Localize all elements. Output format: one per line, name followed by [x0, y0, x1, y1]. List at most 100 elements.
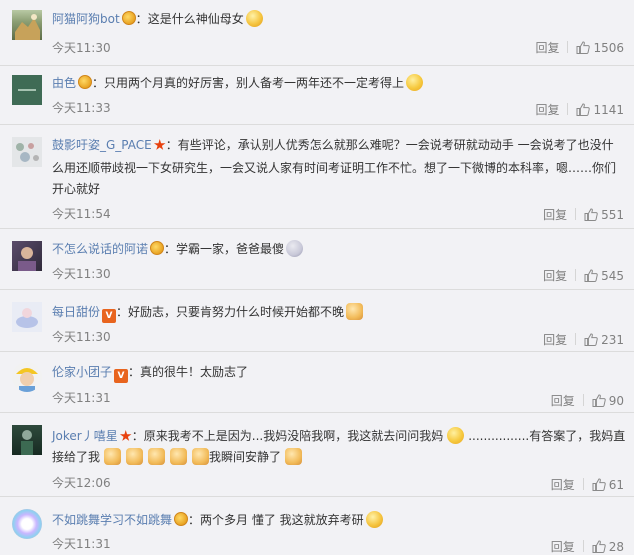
avatar[interactable] — [12, 10, 42, 40]
comment-actions: 回复 1141 — [535, 101, 624, 118]
divider — [575, 208, 577, 220]
separator: ： — [116, 305, 129, 319]
comment-actions: 回复 28 — [551, 538, 624, 555]
username[interactable]: 不怎么说话的阿诺 — [52, 242, 148, 256]
separator: ： — [165, 138, 178, 152]
comment-item: 每日甜份 V ：好励志，只要肯努力什么时候开始都不晚 今天11:30 回复 231 — [0, 290, 634, 352]
username[interactable]: 由色 — [52, 76, 76, 90]
laughing-emoji-icon — [447, 427, 465, 444]
like-count[interactable]: 231 — [601, 333, 624, 347]
thumbs-up-icon[interactable] — [576, 41, 591, 54]
username[interactable]: 鼓影吁姿_G_PACE — [52, 138, 152, 152]
star-badge-icon — [119, 430, 132, 441]
divider — [567, 103, 569, 115]
comment-text-line: 我瞬间安静了 — [209, 450, 282, 464]
comment-item: 阿猫阿狗bot ：这是什么神仙母女 今天11:30 回复 1506 — [0, 0, 634, 66]
divider — [582, 540, 584, 552]
reply-button[interactable]: 回复 — [543, 267, 567, 284]
comment-text-line: 么用还顺带歧视一下女研究生，一会又说人家有时间考证明工作不忙。想了一下微博的本科… — [52, 161, 617, 175]
username[interactable]: 阿猫阿狗bot — [52, 12, 120, 26]
thumbs-up-icon[interactable] — [584, 208, 598, 221]
username[interactable]: 每日甜份 — [52, 305, 100, 319]
username[interactable]: Joker丿嘻星 — [52, 429, 118, 443]
thumbs-up-icon[interactable] — [584, 333, 598, 346]
timestamp: 今天11:30 — [52, 41, 111, 55]
thumbs-up-icon[interactable] — [592, 478, 606, 491]
separator: ： — [92, 76, 105, 90]
separator: ： — [164, 242, 177, 256]
timestamp: 今天11:30 — [52, 267, 111, 281]
reply-button[interactable]: 回复 — [551, 392, 575, 409]
comment-actions: 回复 1506 — [535, 39, 624, 56]
comment-item: 鼓影吁姿_G_PACE ：有些评论，承认别人优秀怎么就那么难呢？一会说考研就动动手… — [0, 125, 634, 229]
like-count[interactable]: 61 — [609, 478, 624, 492]
timestamp: 今天11:31 — [52, 537, 111, 551]
like-count[interactable]: 90 — [609, 394, 624, 408]
timestamp: 今天11:30 — [52, 330, 111, 344]
timestamp: 今天12:06 — [52, 476, 111, 490]
comment-text: 学霸一家，爸爸最傻 — [176, 242, 285, 256]
comment-text: 好励志，只要肯努力什么时候开始都不晚 — [128, 305, 345, 319]
comment-text-line: 有些评论，承认别人优秀怎么就那么难呢？一会说考研就动动手 一会说考了也没什 — [177, 138, 614, 152]
verified-badge-icon — [121, 11, 136, 25]
thumbs-up-icon[interactable] — [584, 269, 598, 282]
reply-button[interactable]: 回复 — [535, 39, 559, 56]
emoji-icon — [245, 10, 263, 27]
comment-actions: 回复 61 — [551, 476, 624, 493]
avatar[interactable] — [12, 302, 42, 332]
slap-emoji-icon — [148, 448, 166, 465]
comment-text-line: 接给了我 — [52, 450, 101, 464]
comment-text: 这是什么神仙母女 — [147, 12, 244, 26]
reply-button[interactable]: 回复 — [543, 331, 567, 348]
comment-actions: 回复 545 — [543, 267, 624, 284]
reply-button[interactable]: 回复 — [535, 101, 559, 118]
thumbs-up-emoji-icon — [346, 303, 364, 320]
timestamp: 今天11:33 — [52, 101, 111, 115]
thumbs-up-icon[interactable] — [576, 103, 591, 116]
like-count[interactable]: 1141 — [593, 103, 624, 117]
surprised-emoji-icon — [286, 240, 304, 257]
avatar[interactable] — [12, 75, 42, 105]
avatar[interactable] — [12, 241, 42, 271]
laughing-emoji-icon — [406, 74, 424, 91]
avatar[interactable] — [12, 137, 42, 167]
comment-item: Joker丿嘻星 ：原来我考不上是因为...我妈没陪我啊，我这就去问问我妈....… — [0, 413, 634, 497]
like-count[interactable]: 28 — [609, 540, 624, 554]
thumbs-up-icon[interactable] — [592, 394, 606, 407]
slap-emoji-icon — [104, 448, 122, 465]
separator: ： — [188, 513, 201, 527]
comment-text-line: 开心就好 — [52, 182, 101, 196]
divider — [582, 394, 584, 406]
comment-text-line: 原来我考不上是因为...我妈没陪我啊，我这就去问问我妈 — [143, 429, 444, 443]
username[interactable]: 不如跳舞学习不如跳舞 — [52, 513, 172, 527]
reply-button[interactable]: 回复 — [551, 476, 575, 493]
separator: ： — [128, 365, 141, 379]
like-count[interactable]: 1506 — [593, 41, 624, 55]
avatar[interactable] — [12, 425, 42, 455]
verified-badge-icon — [150, 241, 165, 255]
emoji-icon — [365, 511, 383, 528]
username[interactable]: 伦家小团子 — [52, 365, 112, 379]
thumbs-up-icon[interactable] — [592, 540, 606, 553]
avatar[interactable] — [12, 509, 42, 539]
vip-badge-icon: V — [114, 369, 129, 383]
comment-actions: 回复 231 — [543, 331, 624, 348]
avatar[interactable] — [12, 362, 42, 392]
separator: ： — [135, 12, 148, 26]
reply-button[interactable]: 回复 — [543, 206, 567, 223]
divider — [567, 41, 569, 53]
separator: ： — [131, 429, 144, 443]
like-count[interactable]: 545 — [601, 269, 624, 283]
comment-item: 由色 ：只用两个月真的好厉害，别人备考一两年还不一定考得上 今天11:33 回复 1… — [0, 66, 634, 125]
slap-emoji-icon — [126, 448, 144, 465]
timestamp: 今天11:54 — [52, 207, 111, 221]
comment-text-line: ................有答案了，我妈直 — [468, 429, 626, 443]
comment-item: 伦家小团子 V ：真的很牛！太励志了 今天11:31 回复 90 — [0, 352, 634, 413]
divider — [575, 269, 577, 281]
comment-list: 阿猫阿狗bot ：这是什么神仙母女 今天11:30 回复 1506 由色 ：只用两个月… — [0, 0, 634, 555]
like-count[interactable]: 551 — [601, 208, 624, 222]
slap-emoji-icon — [170, 448, 188, 465]
comment-item: 不如跳舞学习不如跳舞 ：两个多月 懂了 我这就放弃考研 今天11:31 回复 28 — [0, 497, 634, 555]
verified-badge-icon — [174, 512, 189, 526]
reply-button[interactable]: 回复 — [551, 538, 575, 555]
